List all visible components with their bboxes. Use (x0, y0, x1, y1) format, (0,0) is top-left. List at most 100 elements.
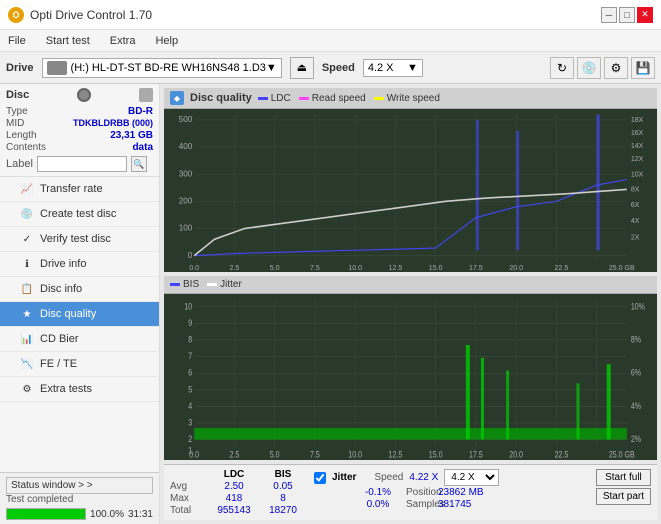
cd-bier-icon: 📊 (20, 332, 34, 346)
disc-icon[interactable]: 💿 (577, 57, 601, 79)
svg-text:6X: 6X (631, 200, 640, 209)
stats-avg-label: Avg (170, 481, 206, 492)
stats-ldc-header: LDC (208, 469, 260, 480)
svg-text:4: 4 (188, 401, 192, 411)
svg-text:100: 100 (179, 222, 193, 232)
bis-legend-label: BIS (183, 279, 199, 290)
svg-text:6: 6 (188, 368, 192, 378)
svg-text:16X: 16X (631, 128, 644, 137)
sidebar-item-disc-quality-label: Disc quality (40, 308, 96, 320)
sidebar-item-cd-bier[interactable]: 📊 CD Bier (0, 327, 159, 352)
disc-section-icon (77, 88, 91, 102)
start-buttons: Start full Start part (596, 469, 651, 505)
svg-text:17.5: 17.5 (469, 263, 483, 272)
svg-text:12X: 12X (631, 154, 644, 163)
disc-info-icon: 📋 (20, 282, 34, 296)
svg-text:20.0: 20.0 (509, 263, 523, 272)
minimize-button[interactable]: ─ (601, 7, 617, 23)
eject-button[interactable]: ⏏ (290, 57, 314, 79)
quality-chart-area: 500 400 300 200 100 0 18X 16X 14X 12X 10… (164, 109, 657, 272)
sidebar-item-fe-te-label: FE / TE (40, 358, 77, 370)
jitter-checkbox[interactable] (314, 472, 326, 484)
stats-total-ldc: 955143 (208, 505, 260, 516)
svg-text:10: 10 (184, 302, 192, 312)
svg-text:22.5: 22.5 (555, 450, 569, 460)
maximize-button[interactable]: □ (619, 7, 635, 23)
legend-write-speed: Write speed (374, 93, 440, 104)
disc-label-button[interactable]: 🔍 (131, 156, 147, 172)
menu-help[interactable]: Help (151, 33, 182, 49)
drive-select[interactable]: (H:) HL-DT-ST BD-RE WH16NS48 1.D3 ▼ (42, 58, 282, 78)
status-window-button[interactable]: Status window > > (6, 477, 153, 494)
stats-max-bis: 8 (262, 493, 304, 504)
extra-tests-icon: ⚙ (20, 382, 34, 396)
progress-row: 100.0% 31:31 (6, 508, 153, 520)
legend-bis: BIS (170, 279, 199, 290)
window-controls: ─ □ ✕ (601, 7, 653, 23)
sidebar-item-transfer-rate[interactable]: 📈 Transfer rate (0, 177, 159, 202)
sidebar-item-disc-info[interactable]: 📋 Disc info (0, 277, 159, 302)
stats-header-spacer (170, 469, 206, 480)
stats-columns: LDC BIS Avg 2.50 0.05 Max 418 8 Total 95… (170, 469, 304, 516)
sidebar-item-drive-info[interactable]: ℹ Drive info (0, 252, 159, 277)
sidebar-item-cd-bier-label: CD Bier (40, 333, 79, 345)
title-bar: O Opti Drive Control 1.70 ─ □ ✕ (0, 0, 661, 30)
close-button[interactable]: ✕ (637, 7, 653, 23)
stats-avg-row: Avg 2.50 0.05 (170, 481, 304, 492)
drive-label: Drive (6, 62, 34, 74)
menu-file[interactable]: File (4, 33, 30, 49)
svg-text:18X: 18X (631, 115, 644, 124)
stats-total-bis: 18270 (262, 505, 304, 516)
read-speed-legend-label: Read speed (312, 93, 366, 104)
main-layout: Disc Type BD-R MID TDKBLDRBB (000) Lengt… (0, 84, 661, 524)
disc-options-icon[interactable] (139, 88, 153, 102)
drive-info-icon: ℹ (20, 257, 34, 271)
samples-value: 381745 (438, 499, 471, 510)
progress-bar-inner (7, 509, 85, 519)
sidebar-item-verify-test-disc[interactable]: ✓ Verify test disc (0, 227, 159, 252)
stats-avg-ldc: 2.50 (208, 481, 260, 492)
stats-bar: LDC BIS Avg 2.50 0.05 Max 418 8 Total 95… (164, 464, 657, 520)
svg-text:0: 0 (188, 250, 193, 260)
disc-length-label: Length (6, 130, 37, 141)
speed-select[interactable]: 4.2 X ▼ (363, 59, 423, 77)
sidebar-item-fe-te[interactable]: 📉 FE / TE (0, 352, 159, 377)
stats-avg-jitter: -0.1% (352, 487, 404, 498)
start-full-button[interactable]: Start full (596, 469, 651, 486)
start-part-button[interactable]: Start part (596, 488, 651, 505)
refresh-icon[interactable]: ↻ (550, 57, 574, 79)
stats-jitter-section: Jitter Speed 4.22 X 4.2 X -0.1% Position… (314, 469, 499, 510)
svg-text:200: 200 (179, 195, 193, 205)
quality-chart-svg: 500 400 300 200 100 0 18X 16X 14X 12X 10… (164, 109, 657, 272)
svg-text:10.0: 10.0 (348, 450, 362, 460)
disc-type-value: BD-R (128, 106, 153, 117)
svg-text:7: 7 (188, 351, 192, 361)
ldc-legend-dot (258, 97, 268, 100)
jitter-label: Jitter (332, 472, 356, 483)
menu-extra[interactable]: Extra (106, 33, 140, 49)
svg-text:10%: 10% (631, 302, 645, 312)
menu-start-test[interactable]: Start test (42, 33, 94, 49)
quality-chart-panel: ◆ Disc quality LDC Read speed Write spee… (164, 88, 657, 272)
stats-total-label: Total (170, 505, 206, 516)
svg-text:4%: 4% (631, 401, 641, 411)
disc-contents-label: Contents (6, 142, 46, 153)
disc-label-input[interactable] (37, 156, 127, 172)
sidebar-item-disc-quality[interactable]: ★ Disc quality (0, 302, 159, 327)
status-text: Test completed (6, 494, 153, 505)
jitter-header-row: Jitter Speed 4.22 X 4.2 X (314, 469, 499, 486)
bis-chart-panel: BIS Jitter (164, 276, 657, 460)
save-icon[interactable]: 💾 (631, 57, 655, 79)
sidebar-item-extra-tests[interactable]: ⚙ Extra tests (0, 377, 159, 402)
drive-value: (H:) HL-DT-ST BD-RE WH16NS48 1.D3 (71, 62, 266, 74)
speed-label: Speed (322, 62, 355, 74)
bis-chart-area: 10 9 8 7 6 5 4 3 2 1 10% 8% 6% 4% 2% (164, 294, 657, 460)
settings-icon[interactable]: ⚙ (604, 57, 628, 79)
stats-header-row: LDC BIS (170, 469, 304, 480)
jitter-legend-dot (207, 283, 217, 286)
speed-dropdown-stats[interactable]: 4.2 X (444, 469, 499, 486)
jitter-max-row: 0.0% Samples 381745 (314, 499, 499, 510)
sidebar-item-create-test-disc[interactable]: 💿 Create test disc (0, 202, 159, 227)
svg-text:8%: 8% (631, 335, 641, 345)
svg-text:5: 5 (188, 385, 192, 395)
